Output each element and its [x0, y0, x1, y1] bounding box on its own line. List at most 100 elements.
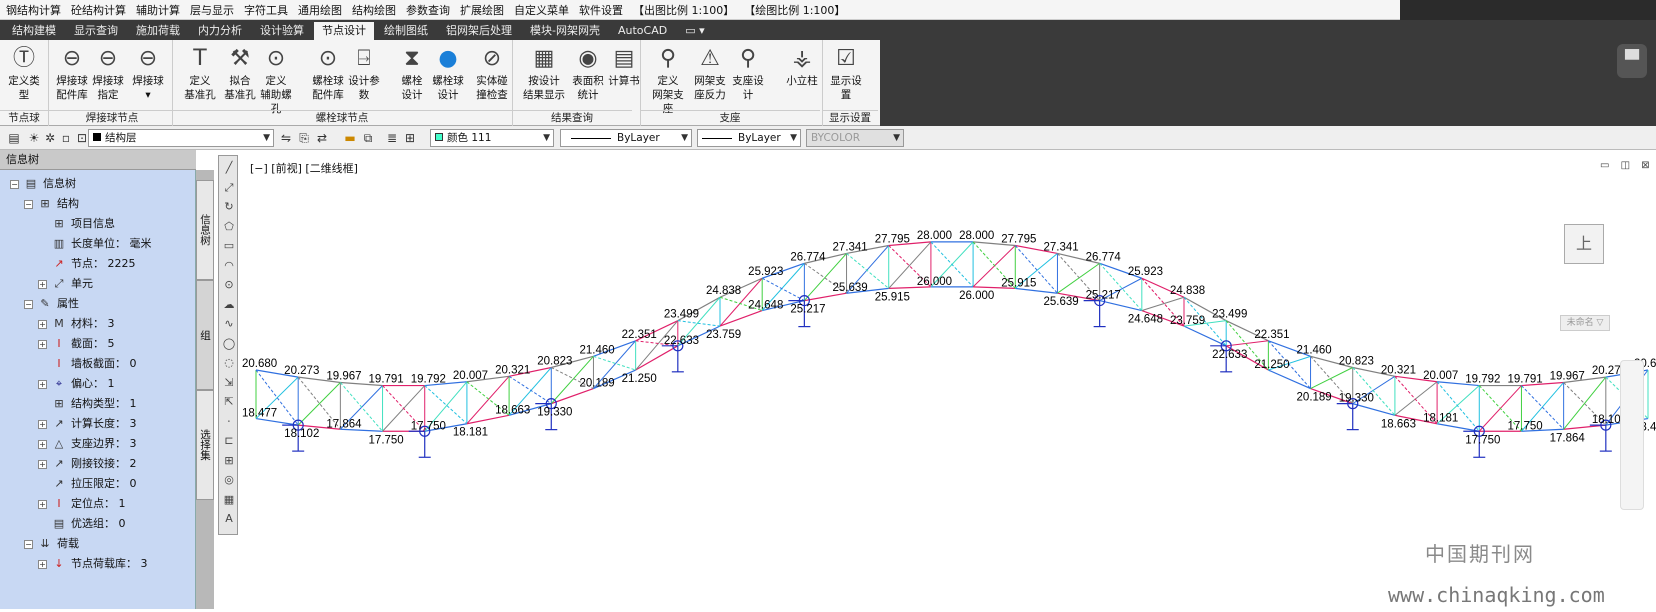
tree-node[interactable]: I墙板截面： 0 [38, 354, 137, 374]
ribbon-button[interactable]: ⊙定义辅助螺孔 [256, 44, 296, 116]
ribbon-button[interactable]: ☑显示设置 [826, 44, 866, 102]
menu-item[interactable]: 扩展绘图 [460, 2, 504, 18]
layer-freeze-icon[interactable]: ⊞ [402, 130, 418, 146]
menu-item[interactable]: 结构绘图 [352, 2, 396, 18]
sun-icon[interactable]: ✲ [42, 130, 58, 146]
tree-node[interactable]: −⊞结构 [24, 194, 79, 214]
ribbon-button[interactable]: ⍈设计参数 [344, 44, 384, 102]
ribbon-button[interactable]: ⧗螺栓设计 [392, 44, 432, 102]
viewport-label[interactable]: [−] [前视] [二维线框] [250, 160, 358, 176]
viewcube[interactable]: 上 [1564, 224, 1604, 264]
ribbon-tab[interactable]: 模块-网架网壳 [522, 22, 608, 40]
expand-icon[interactable]: + [38, 380, 47, 389]
circle-icon[interactable]: ⊙ [221, 277, 237, 293]
make-block-icon[interactable]: ⇱ [221, 394, 237, 410]
menu-item[interactable]: 软件设置 [579, 2, 623, 18]
drawing-scale-label[interactable]: 【绘图比例 1:100】 [744, 2, 845, 18]
text-icon[interactable]: A [221, 511, 237, 527]
plotstyle-select[interactable]: BYCOLOR ▼ [806, 129, 904, 147]
ribbon-button[interactable]: ◉表面积统计 [568, 44, 608, 102]
ribbon-tab-options-icon[interactable]: ▭ ▾ [677, 22, 712, 40]
arc-icon[interactable]: ◠ [221, 258, 237, 274]
ribbon-button[interactable]: ●螺栓球设计 [428, 44, 468, 102]
ribbon-button[interactable]: Ⓣ定义类型 [4, 44, 44, 102]
insert-block-icon[interactable]: ⇲ [221, 375, 237, 391]
construction-line-icon[interactable]: ⤢ [221, 180, 237, 196]
tree-node[interactable]: +⌖偏心： 1 [38, 374, 115, 394]
expand-icon[interactable]: + [38, 280, 47, 289]
menu-item[interactable]: 自定义菜单 [514, 2, 569, 18]
menu-item[interactable]: 参数查询 [406, 2, 450, 18]
ribbon-button[interactable]: ⚲定义网架支座 [648, 44, 688, 116]
tree-node[interactable]: ▥长度单位： 毫米 [38, 234, 152, 254]
expand-icon[interactable]: + [38, 500, 47, 509]
menu-item[interactable]: 通用绘图 [298, 2, 342, 18]
polyline-icon[interactable]: ↻ [221, 199, 237, 215]
expand-icon[interactable]: + [38, 440, 47, 449]
expand-icon[interactable]: + [38, 420, 47, 429]
ribbon-button[interactable]: ⚠网架支座反力 [690, 44, 730, 102]
tree-node[interactable]: +↗刚接铰接： 2 [38, 454, 137, 474]
bulb-icon[interactable]: ☀ [26, 130, 42, 146]
collapse-icon[interactable]: − [24, 300, 33, 309]
expand-icon[interactable]: + [38, 320, 47, 329]
menu-item[interactable]: 字符工具 [244, 2, 288, 18]
layer-state-icon[interactable]: ▫ [58, 130, 74, 146]
expand-icon[interactable]: + [38, 560, 47, 569]
layer-copy-icon[interactable]: ⧉ [360, 130, 376, 146]
tree-node[interactable]: +↓节点荷载库： 3 [38, 554, 148, 574]
ribbon-tab[interactable]: 节点设计 [314, 22, 374, 40]
output-scale-label[interactable]: 【出图比例 1:100】 [633, 2, 734, 18]
expand-icon[interactable]: + [38, 460, 47, 469]
menu-item[interactable]: 层与显示 [190, 2, 234, 18]
layer-select[interactable]: 结构层 ▼ [88, 129, 274, 147]
tree-node[interactable]: −▤信息树 [10, 174, 76, 194]
line-icon[interactable]: ╱ [221, 160, 237, 176]
ribbon-button[interactable]: ▦按设计结果显示 [520, 44, 568, 102]
navigation-bar[interactable] [1620, 360, 1644, 510]
ribbon-button[interactable]: ⚲支座设计 [728, 44, 768, 102]
ribbon-tab[interactable]: 设计验算 [252, 22, 312, 40]
linetype-select[interactable]: ByLayer ▼ [560, 129, 692, 147]
ribbon-button[interactable]: ⚒拟合基准孔 [220, 44, 260, 102]
tree-node[interactable]: −✎属性 [24, 294, 79, 314]
polygon-icon[interactable]: ⬠ [221, 219, 237, 235]
ribbon-button[interactable]: ⊙螺栓球配件库 [308, 44, 348, 102]
tree-node[interactable]: +↗计算长度： 3 [38, 414, 137, 434]
tree-node[interactable]: ▤优选组： 0 [38, 514, 126, 534]
rectangle-icon[interactable]: ▭ [221, 238, 237, 254]
region-icon[interactable]: ◎ [221, 472, 237, 488]
ellipse-arc-icon[interactable]: ◌ [221, 355, 237, 371]
revcloud-icon[interactable]: ☁ [221, 297, 237, 313]
ribbon-button[interactable]: ⊖焊接球配件库 [52, 44, 92, 102]
menu-item[interactable]: 砼结构计算 [71, 2, 126, 18]
color-select[interactable]: 颜色 111 ▼ [430, 129, 554, 147]
ribbon-tab[interactable]: 结构建模 [4, 22, 64, 40]
point-icon[interactable]: ⋅ [221, 414, 237, 430]
tree-node[interactable]: ↗节点： 2225 [38, 254, 136, 274]
tree-node[interactable]: +⤢单元 [38, 274, 93, 294]
layer-iso-icon[interactable]: ⇄ [314, 130, 330, 146]
viewport-window-controls[interactable]: ▭ ◫ ⊠ [1600, 160, 1654, 171]
ribbon-tab[interactable]: 显示查询 [66, 22, 126, 40]
tree-node[interactable]: ⊞结构类型： 1 [38, 394, 137, 414]
tree-node[interactable]: ⊞项目信息 [38, 214, 115, 234]
ribbon-button[interactable]: ⊘实体碰撞检查 [472, 44, 512, 102]
ribbon-tab[interactable]: 铝网架后处理 [438, 22, 520, 40]
ribbon-button[interactable]: ▤计算书 [604, 44, 644, 88]
layer-manager-icon[interactable]: ▤ [6, 130, 22, 146]
layer-make-icon[interactable]: ▬ [342, 130, 358, 146]
ribbon-button[interactable]: ⊖焊接球指定 [88, 44, 128, 102]
ribbon-button[interactable]: ⊖焊接球▾ [128, 44, 168, 102]
tree-node[interactable]: ↗拉压限定： 0 [38, 474, 137, 494]
tree-node[interactable]: +I定位点： 1 [38, 494, 126, 514]
hatch-icon[interactable]: ⊏ [221, 433, 237, 449]
layer-prev-icon[interactable]: ⇋ [278, 130, 294, 146]
menu-item[interactable]: 钢结构计算 [6, 2, 61, 18]
tree-node[interactable]: +I截面： 5 [38, 334, 115, 354]
ucs-unnamed-dropdown[interactable]: 未命名 ▽ [1560, 315, 1610, 331]
ribbon-button[interactable]: ⚶小立柱 [782, 44, 822, 88]
ellipse-icon[interactable]: ◯ [221, 336, 237, 352]
expand-icon[interactable]: + [38, 340, 47, 349]
spline-icon[interactable]: ∿ [221, 316, 237, 332]
